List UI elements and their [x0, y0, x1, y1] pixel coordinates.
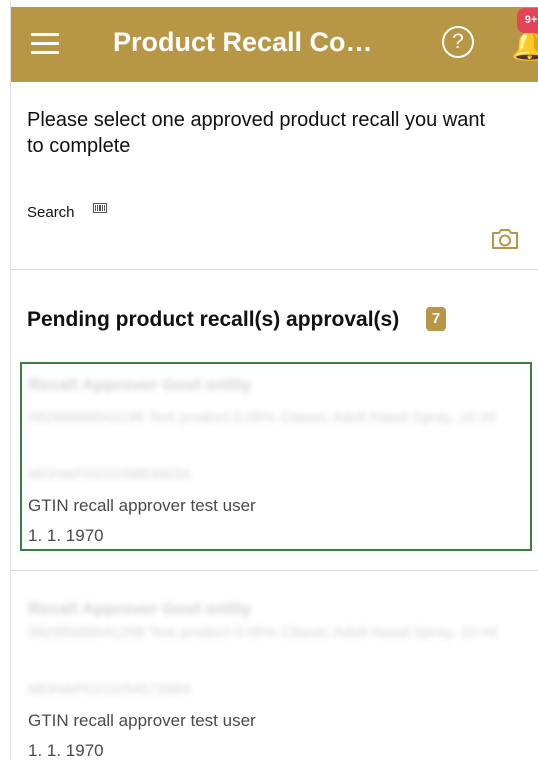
recall-product: 06295000041298 Test product 0.05% Classi… [28, 624, 497, 641]
selection-instruction: Please select one approved product recal… [27, 109, 486, 157]
pending-approvals-title: Pending product recall(s) approval(s) [27, 308, 400, 331]
recall-date: 1. 1. 1970 [28, 526, 104, 545]
section-divider [11, 269, 538, 270]
mobile-screen: Product Recall Co… ? 🔔 9+ Please select … [10, 0, 538, 760]
app-top-bar: Product Recall Co… ? 🔔 [11, 7, 538, 82]
page-title: Product Recall Co… [113, 27, 373, 57]
recall-card-selected[interactable]: Recall Approver Govt entity 062950000411… [20, 362, 532, 551]
help-circle-icon[interactable]: ? [442, 26, 474, 58]
recall-product: 06295000041199 Test product 0.05% Classi… [28, 409, 496, 426]
recall-user: GTIN recall approver test user [28, 496, 256, 515]
recall-card[interactable]: Recall Approver Govt entity 062950000412… [20, 586, 532, 760]
notification-count-badge: 9+ [517, 8, 538, 33]
recall-user: GTIN recall approver test user [28, 711, 256, 730]
menu-line [31, 51, 59, 54]
camera-icon[interactable] [491, 228, 519, 250]
list-divider [11, 570, 538, 571]
menu-line [31, 33, 59, 36]
recall-date: 1. 1. 1970 [28, 741, 104, 760]
bell-icon: 🔔 [511, 31, 538, 61]
recall-reference: MOHAP/O/22/54572994 [28, 681, 191, 698]
recall-entity: Recall Approver Govt entity [28, 375, 252, 394]
barcode-icon [93, 203, 107, 213]
recall-reference: MOHAP/O/22/68830034 [28, 466, 191, 483]
menu-line [31, 42, 59, 45]
hamburger-menu-icon[interactable] [31, 33, 59, 55]
search-label: Search [27, 204, 75, 221]
pending-count-badge: 7 [426, 307, 446, 331]
